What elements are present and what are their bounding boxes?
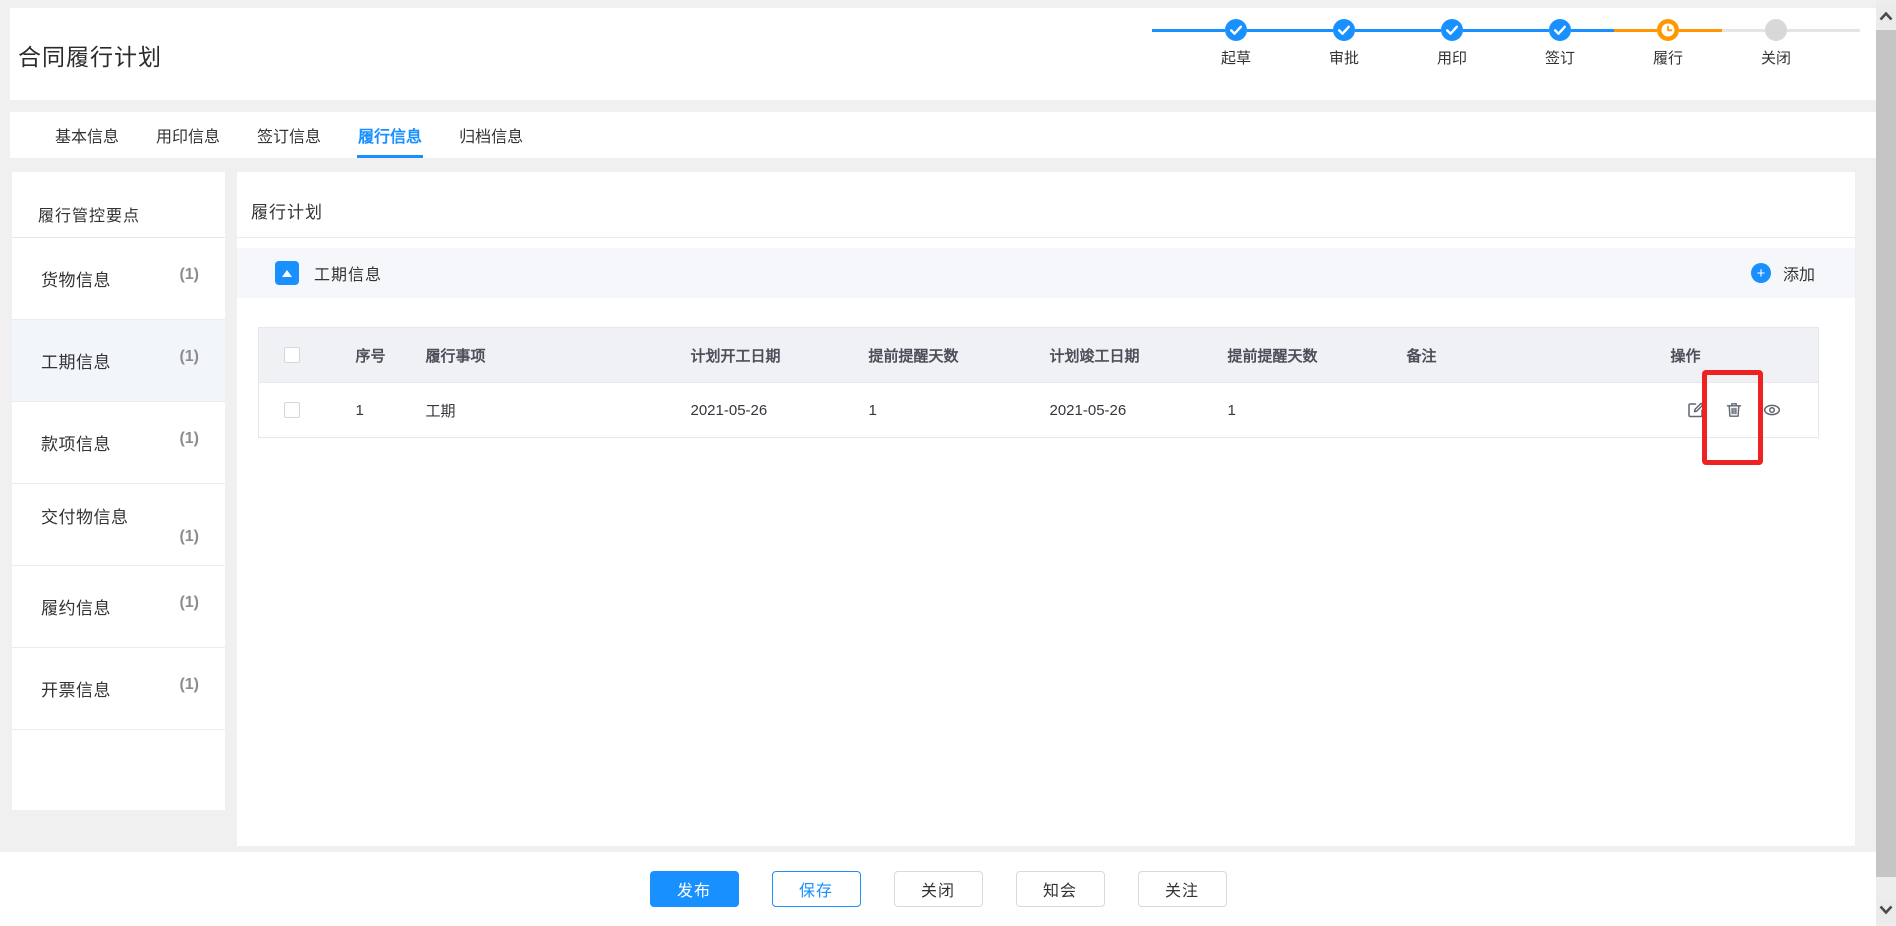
- scroll-down-button[interactable]: [1876, 898, 1896, 922]
- cell-end-remind: 1: [1228, 383, 1407, 438]
- column-header-seq: 序号: [356, 328, 426, 383]
- page-title: 合同履行计划: [18, 38, 162, 72]
- close-button[interactable]: 关闭: [894, 871, 983, 907]
- add-button[interactable]: + 添加: [1751, 261, 1815, 285]
- footer-toolbar: 发布 保存 关闭 知会 关注: [0, 852, 1876, 926]
- scroll-up-button[interactable]: [1876, 4, 1896, 28]
- stepper-lead-line: [1152, 19, 1182, 41]
- sidebar-title: 履行管控要点: [12, 172, 225, 238]
- tab-bar: 基本信息 用印信息 签订信息 履行信息 归档信息: [10, 112, 1876, 158]
- sidebar-item-label: 开票信息: [41, 676, 111, 701]
- sidebar: 履行管控要点 货物信息 (1) 工期信息 (1) 款项信息 (1) 交付物信息 …: [12, 172, 225, 810]
- sidebar-item-invoice[interactable]: 开票信息 (1): [12, 648, 225, 730]
- page-header: 合同履行计划 起草 审批 用印: [10, 8, 1876, 100]
- section-header: 工期信息 + 添加: [237, 248, 1855, 298]
- step-draft: 起草: [1182, 19, 1290, 68]
- workflow-stepper: 起草 审批 用印 签订: [1152, 19, 1860, 68]
- step-label: 用印: [1437, 47, 1467, 68]
- tab-seal-info[interactable]: 用印信息: [156, 112, 220, 158]
- select-all-checkbox[interactable]: [284, 347, 300, 363]
- section-title: 工期信息: [314, 261, 382, 285]
- collapse-button[interactable]: [275, 261, 299, 285]
- step-label: 签订: [1545, 47, 1575, 68]
- cell-end-date: 2021-05-26: [1050, 383, 1228, 438]
- chevron-up-icon: [1878, 10, 1894, 22]
- sidebar-item-label: 履约信息: [41, 594, 111, 619]
- column-header-actions: 操作: [1671, 328, 1819, 383]
- sidebar-item-count: (1): [179, 430, 199, 455]
- column-header-item: 履行事项: [426, 328, 691, 383]
- add-button-label: 添加: [1783, 261, 1815, 285]
- chevron-down-icon: [1878, 904, 1894, 916]
- follow-button[interactable]: 关注: [1138, 871, 1227, 907]
- sidebar-item-label: 货物信息: [41, 266, 111, 291]
- cell-start-remind: 1: [869, 383, 1050, 438]
- step-perform: 履行: [1614, 19, 1722, 68]
- clock-icon: [1657, 19, 1679, 41]
- notify-button[interactable]: 知会: [1016, 871, 1105, 907]
- scrollbar-thumb[interactable]: [1876, 30, 1896, 877]
- view-icon[interactable]: [1762, 400, 1782, 420]
- step-label: 审批: [1329, 47, 1359, 68]
- column-header-start-remind: 提前提醒天数: [869, 328, 1050, 383]
- publish-button[interactable]: 发布: [650, 871, 739, 907]
- sidebar-item-label: 款项信息: [41, 430, 111, 455]
- stepper-tail-line: [1830, 19, 1860, 41]
- sidebar-item-payment[interactable]: 款项信息 (1): [12, 402, 225, 484]
- tab-sign-info[interactable]: 签订信息: [257, 112, 321, 158]
- row-actions: [1671, 400, 1819, 420]
- sidebar-item-performance[interactable]: 履约信息 (1): [12, 566, 225, 648]
- triangle-up-icon: [282, 270, 292, 277]
- sidebar-item-label: 交付物信息: [41, 503, 199, 528]
- step-label: 履行: [1653, 47, 1683, 68]
- check-icon: [1333, 19, 1355, 41]
- row-checkbox[interactable]: [284, 402, 300, 418]
- column-header-start-date: 计划开工日期: [691, 328, 869, 383]
- delete-icon[interactable]: [1724, 400, 1744, 420]
- check-icon: [1225, 19, 1247, 41]
- edit-icon[interactable]: [1686, 400, 1706, 420]
- cell-item: 工期: [426, 383, 691, 438]
- sidebar-item-label: 工期信息: [41, 348, 111, 373]
- step-seal: 用印: [1398, 19, 1506, 68]
- vertical-scrollbar[interactable]: [1876, 0, 1896, 926]
- table-header-row: 序号 履行事项 计划开工日期 提前提醒天数 计划竣工日期 提前提醒天数 备注 操…: [259, 328, 1819, 383]
- sidebar-item-count: (1): [179, 594, 199, 619]
- tab-archive-info[interactable]: 归档信息: [459, 112, 523, 158]
- cell-start-date: 2021-05-26: [691, 383, 869, 438]
- column-header-remark: 备注: [1407, 328, 1671, 383]
- step-sign: 签订: [1506, 19, 1614, 68]
- panel-title: 履行计划: [237, 172, 1855, 238]
- check-icon: [1441, 19, 1463, 41]
- cell-seq: 1: [356, 383, 426, 438]
- cell-remark: [1407, 383, 1671, 438]
- sidebar-item-count: (1): [179, 348, 199, 373]
- pending-dot-icon: [1765, 19, 1787, 41]
- step-close: 关闭: [1722, 19, 1830, 68]
- save-button[interactable]: 保存: [772, 871, 861, 907]
- plus-circle-icon: +: [1751, 263, 1771, 283]
- step-label: 关闭: [1761, 47, 1791, 68]
- sidebar-item-schedule[interactable]: 工期信息 (1): [12, 320, 225, 402]
- column-header-end-remind: 提前提醒天数: [1228, 328, 1407, 383]
- main-panel: 履行计划 工期信息 + 添加 序号 履行事项 计划开工日期 提前提醒天数: [237, 172, 1855, 846]
- sidebar-item-count: (1): [179, 528, 199, 546]
- sidebar-item-deliverable[interactable]: 交付物信息 (1): [12, 484, 225, 566]
- table-row: 1 工期 2021-05-26 1 2021-05-26 1: [259, 383, 1819, 438]
- step-approve: 审批: [1290, 19, 1398, 68]
- schedule-table: 序号 履行事项 计划开工日期 提前提醒天数 计划竣工日期 提前提醒天数 备注 操…: [258, 327, 1818, 438]
- check-icon: [1549, 19, 1571, 41]
- sidebar-item-count: (1): [179, 266, 199, 291]
- sidebar-item-goods[interactable]: 货物信息 (1): [12, 238, 225, 320]
- column-header-end-date: 计划竣工日期: [1050, 328, 1228, 383]
- step-label: 起草: [1221, 47, 1251, 68]
- sidebar-item-count: (1): [179, 676, 199, 701]
- tab-basic-info[interactable]: 基本信息: [55, 112, 119, 158]
- tab-perform-info[interactable]: 履行信息: [358, 112, 422, 158]
